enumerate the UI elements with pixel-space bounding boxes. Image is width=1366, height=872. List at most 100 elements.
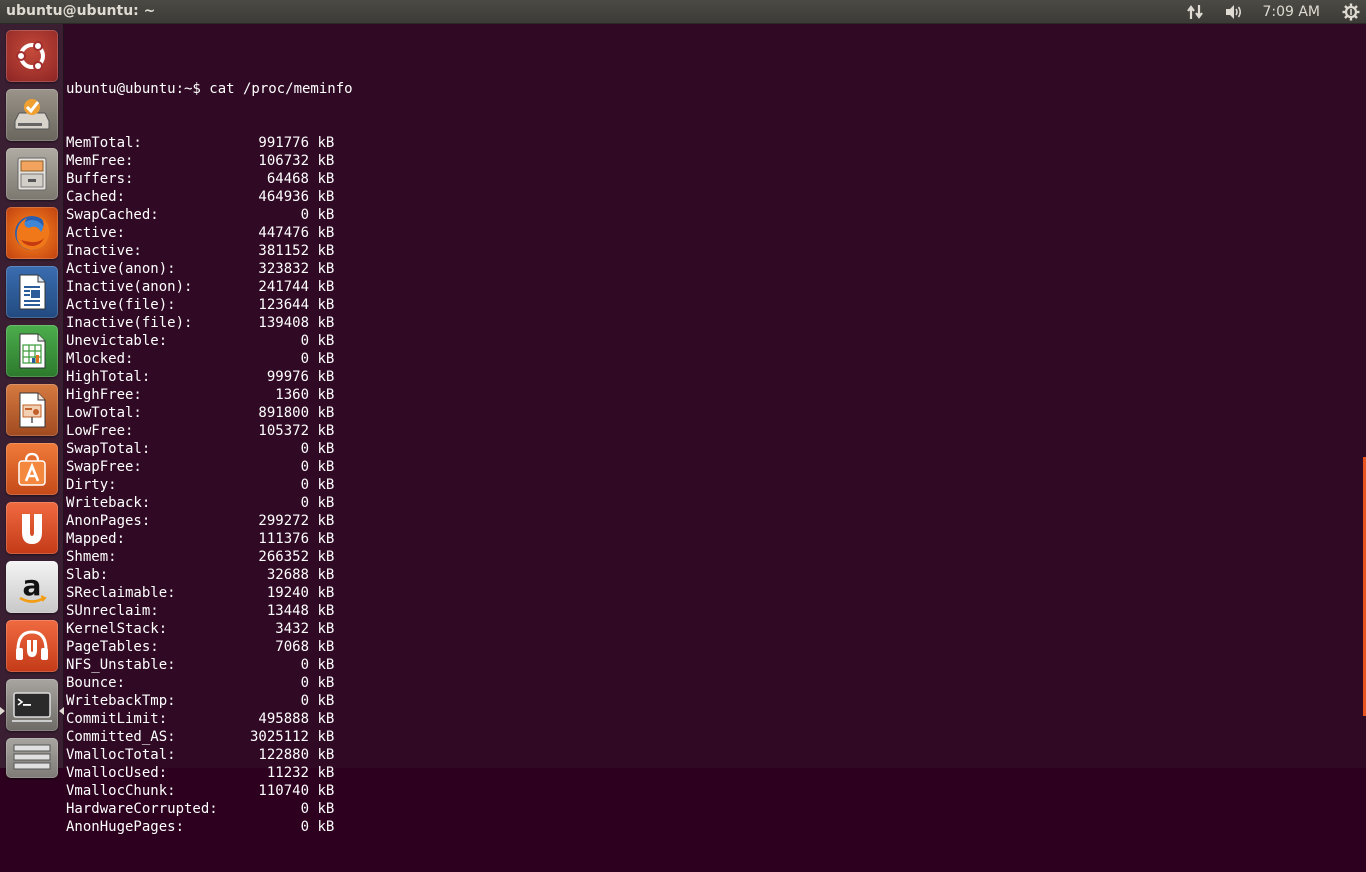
launcher-item-impress[interactable] xyxy=(6,384,58,436)
meminfo-label: Dirty: xyxy=(66,477,117,493)
meminfo-line: MemFree: 106732 kB xyxy=(66,152,353,170)
meminfo-value: 11232 xyxy=(266,765,309,781)
meminfo-line: VmallocUsed: 11232 kB xyxy=(66,764,353,782)
headphones-icon xyxy=(12,626,52,666)
launcher-item-firefox[interactable] xyxy=(6,207,58,259)
stacked-icon xyxy=(10,741,54,775)
meminfo-label: SReclaimable: xyxy=(66,585,176,601)
shopping-bag-icon xyxy=(12,449,52,489)
meminfo-line: Mlocked: 0 kB xyxy=(66,350,353,368)
meminfo-unit: kB xyxy=(317,603,335,619)
meminfo-line: SwapCached: 0 kB xyxy=(66,206,353,224)
meminfo-line: Dirty: 0 kB xyxy=(66,476,353,494)
meminfo-label: AnonPages: xyxy=(66,513,151,529)
launcher: a xyxy=(0,24,64,778)
meminfo-value: 0 xyxy=(300,693,309,709)
meminfo-value: 0 xyxy=(300,459,309,475)
terminal-icon xyxy=(10,685,54,725)
meminfo-value: 891800 xyxy=(258,405,309,421)
ubuntu-one-icon xyxy=(12,508,52,548)
meminfo-value: 139408 xyxy=(258,315,309,331)
meminfo-label: KernelStack: xyxy=(66,621,168,637)
meminfo-line: SUnreclaim: 13448 kB xyxy=(66,602,353,620)
meminfo-unit: kB xyxy=(317,171,335,187)
meminfo-label: HighFree: xyxy=(66,387,142,403)
meminfo-value: 110740 xyxy=(258,783,309,799)
meminfo-line: AnonHugePages: 0 kB xyxy=(66,818,353,836)
terminal-window[interactable]: ubuntu@ubuntu:~$ cat /proc/meminfo MemTo… xyxy=(64,24,1366,835)
meminfo-label: Mapped: xyxy=(66,531,126,547)
launcher-item-files[interactable] xyxy=(6,148,58,200)
meminfo-label: Active(file): xyxy=(66,297,176,313)
meminfo-line: Cached: 464936 kB xyxy=(66,188,353,206)
meminfo-line: KernelStack: 3432 kB xyxy=(66,620,353,638)
launcher-item-amazon[interactable]: a xyxy=(6,561,58,613)
clock[interactable]: 7:09 AM xyxy=(1262,4,1320,20)
launcher-item-workspace-switcher[interactable] xyxy=(6,738,58,778)
writer-document-icon xyxy=(12,272,52,312)
meminfo-value: 495888 xyxy=(258,711,309,727)
launcher-item-terminal[interactable] xyxy=(6,679,58,731)
running-indicator xyxy=(0,707,5,715)
launcher-item-dash[interactable] xyxy=(6,30,58,82)
meminfo-label: MemTotal: xyxy=(66,135,142,151)
meminfo-line: SReclaimable: 19240 kB xyxy=(66,584,353,602)
meminfo-line: SwapTotal: 0 kB xyxy=(66,440,353,458)
meminfo-unit: kB xyxy=(317,243,335,259)
meminfo-label: Active(anon): xyxy=(66,261,176,277)
meminfo-label: VmallocChunk: xyxy=(66,783,176,799)
meminfo-line: PageTables: 7068 kB xyxy=(66,638,353,656)
meminfo-label: Mlocked: xyxy=(66,351,134,367)
meminfo-value: 7068 xyxy=(275,639,309,655)
meminfo-value: 0 xyxy=(300,801,309,817)
network-arrows-icon[interactable] xyxy=(1186,4,1204,20)
meminfo-value: 19240 xyxy=(266,585,309,601)
meminfo-value: 0 xyxy=(300,351,309,367)
volume-icon[interactable] xyxy=(1224,4,1244,20)
meminfo-value: 99976 xyxy=(266,369,309,385)
meminfo-line: HighFree: 1360 kB xyxy=(66,386,353,404)
meminfo-value: 64468 xyxy=(266,171,309,187)
meminfo-unit: kB xyxy=(317,747,335,763)
meminfo-unit: kB xyxy=(317,405,335,421)
meminfo-label: HardwareCorrupted: xyxy=(66,801,218,817)
top-panel: ubuntu@ubuntu: ~ 7:09 AM xyxy=(0,0,1366,24)
meminfo-label: Shmem: xyxy=(66,549,117,565)
launcher-item-ubuntu-one[interactable] xyxy=(6,502,58,554)
meminfo-label: Slab: xyxy=(66,567,109,583)
meminfo-value: 323832 xyxy=(258,261,309,277)
launcher-item-software-center[interactable] xyxy=(6,443,58,495)
meminfo-unit: kB xyxy=(317,135,335,151)
launcher-item-writer[interactable] xyxy=(6,266,58,318)
meminfo-line: VmallocChunk: 110740 kB xyxy=(66,782,353,800)
meminfo-unit: kB xyxy=(317,729,335,745)
meminfo-label: NFS_Unstable: xyxy=(66,657,176,673)
meminfo-label: Inactive(file): xyxy=(66,315,193,331)
meminfo-unit: kB xyxy=(317,621,335,637)
meminfo-value: 0 xyxy=(300,441,309,457)
meminfo-line: CommitLimit: 495888 kB xyxy=(66,710,353,728)
meminfo-value: 3025112 xyxy=(249,729,309,745)
meminfo-unit: kB xyxy=(317,657,335,673)
launcher-item-installer[interactable] xyxy=(6,89,58,141)
meminfo-value: 447476 xyxy=(258,225,309,241)
meminfo-value: 991776 xyxy=(258,135,309,151)
meminfo-value: 0 xyxy=(300,477,309,493)
gear-icon[interactable] xyxy=(1342,3,1360,21)
meminfo-label: Inactive(anon): xyxy=(66,279,193,295)
meminfo-unit: kB xyxy=(317,315,335,331)
meminfo-value: 0 xyxy=(300,207,309,223)
meminfo-unit: kB xyxy=(317,297,335,313)
calc-spreadsheet-icon xyxy=(12,331,52,371)
meminfo-label: LowTotal: xyxy=(66,405,142,421)
meminfo-label: MemFree: xyxy=(66,153,134,169)
meminfo-line: Writeback: 0 kB xyxy=(66,494,353,512)
launcher-item-music[interactable] xyxy=(6,620,58,672)
meminfo-unit: kB xyxy=(317,675,335,691)
amazon-icon: a xyxy=(12,567,52,607)
meminfo-label: SwapCached: xyxy=(66,207,159,223)
meminfo-line: VmallocTotal: 122880 kB xyxy=(66,746,353,764)
meminfo-unit: kB xyxy=(317,351,335,367)
meminfo-unit: kB xyxy=(317,387,335,403)
launcher-item-calc[interactable] xyxy=(6,325,58,377)
